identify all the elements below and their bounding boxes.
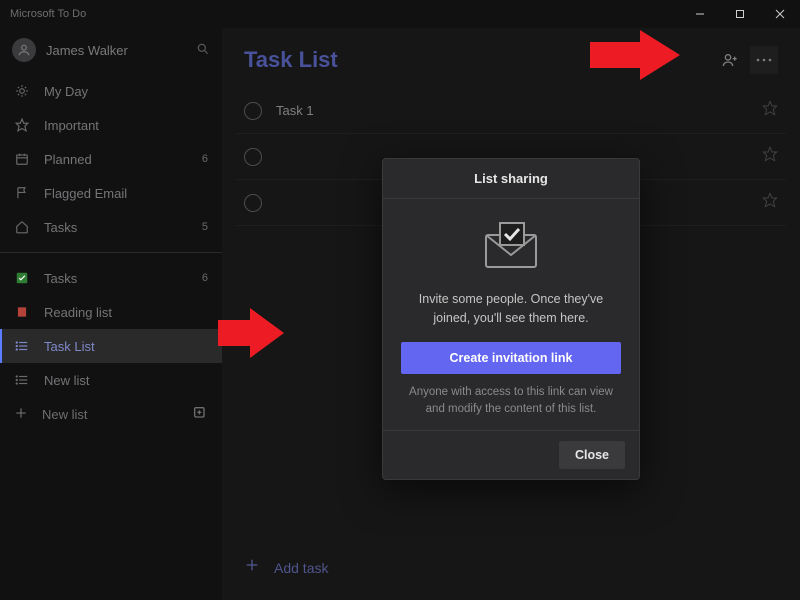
star-icon[interactable]	[762, 100, 778, 121]
sidebar: James Walker My Day Important Planned 6 …	[0, 28, 222, 600]
sidebar-item-planned[interactable]: Planned 6	[0, 142, 222, 176]
sidebar-divider	[0, 252, 222, 253]
sidebar-item-flagged-email[interactable]: Flagged Email	[0, 176, 222, 210]
maximize-button[interactable]	[720, 0, 760, 28]
sidebar-item-my-day[interactable]: My Day	[0, 74, 222, 108]
flag-icon	[14, 185, 30, 201]
star-icon[interactable]	[762, 146, 778, 167]
sidebar-list-label: Tasks	[44, 271, 77, 286]
sidebar-item-label: Important	[44, 118, 99, 133]
sidebar-item-count: 5	[202, 221, 208, 233]
task-checkbox[interactable]	[244, 148, 262, 166]
list-icon	[14, 338, 30, 354]
main-pane: Task List Task 1	[222, 28, 800, 600]
sidebar-list-tasks[interactable]: Tasks 6	[0, 261, 222, 295]
profile-name: James Walker	[46, 43, 128, 58]
envelope-icon	[480, 221, 542, 276]
new-list-label: New list	[42, 407, 88, 422]
sun-icon	[14, 83, 30, 99]
sidebar-item-important[interactable]: Important	[0, 108, 222, 142]
new-list-row[interactable]: New list	[0, 397, 222, 431]
sidebar-list-reading[interactable]: Reading list	[0, 295, 222, 329]
dialog-body-text: Invite some people. Once they've joined,…	[401, 290, 621, 328]
check-icon	[14, 270, 30, 286]
avatar	[12, 38, 36, 62]
sidebar-list-newlist[interactable]: New list	[0, 363, 222, 397]
sidebar-item-label: Flagged Email	[44, 186, 127, 201]
plus-icon	[244, 557, 260, 578]
list-sharing-dialog: List sharing Invite some people. Once th…	[382, 158, 640, 480]
task-row[interactable]: Task 1	[236, 88, 786, 134]
more-button[interactable]	[750, 46, 778, 74]
sidebar-list-tasklist[interactable]: Task List	[0, 329, 222, 363]
sidebar-item-count: 6	[202, 153, 208, 165]
star-icon[interactable]	[762, 192, 778, 213]
sidebar-list-label: New list	[44, 373, 90, 388]
minimize-button[interactable]	[680, 0, 720, 28]
close-window-button[interactable]	[760, 0, 800, 28]
window-title: Microsoft To Do	[10, 8, 86, 20]
sidebar-list-count: 6	[202, 272, 208, 284]
dialog-title: List sharing	[383, 159, 639, 199]
sidebar-list-label: Reading list	[44, 305, 112, 320]
sidebar-list-label: Task List	[44, 339, 95, 354]
plus-icon	[14, 406, 28, 423]
add-task-label: Add task	[274, 560, 328, 576]
star-icon	[14, 117, 30, 133]
sidebar-item-label: Planned	[44, 152, 92, 167]
task-checkbox[interactable]	[244, 102, 262, 120]
sidebar-item-label: My Day	[44, 84, 88, 99]
task-label: Task 1	[276, 103, 314, 118]
new-group-icon[interactable]	[192, 405, 208, 424]
window-controls	[680, 0, 800, 28]
search-icon[interactable]	[196, 42, 210, 59]
task-checkbox[interactable]	[244, 194, 262, 212]
dialog-note: Anyone with access to this link can view…	[401, 384, 621, 419]
create-link-button[interactable]: Create invitation link	[401, 342, 621, 374]
home-icon	[14, 219, 30, 235]
add-task-row[interactable]: Add task	[222, 539, 800, 600]
share-button[interactable]	[716, 46, 744, 74]
close-button[interactable]: Close	[559, 441, 625, 469]
list-header: Task List	[222, 28, 800, 84]
window-titlebar: Microsoft To Do	[0, 0, 800, 28]
list-icon	[14, 372, 30, 388]
page-title: Task List	[244, 47, 338, 73]
sidebar-item-label: Tasks	[44, 220, 77, 235]
calendar-icon	[14, 151, 30, 167]
profile-row[interactable]: James Walker	[0, 28, 222, 74]
sidebar-item-tasks[interactable]: Tasks 5	[0, 210, 222, 244]
book-icon	[14, 304, 30, 320]
